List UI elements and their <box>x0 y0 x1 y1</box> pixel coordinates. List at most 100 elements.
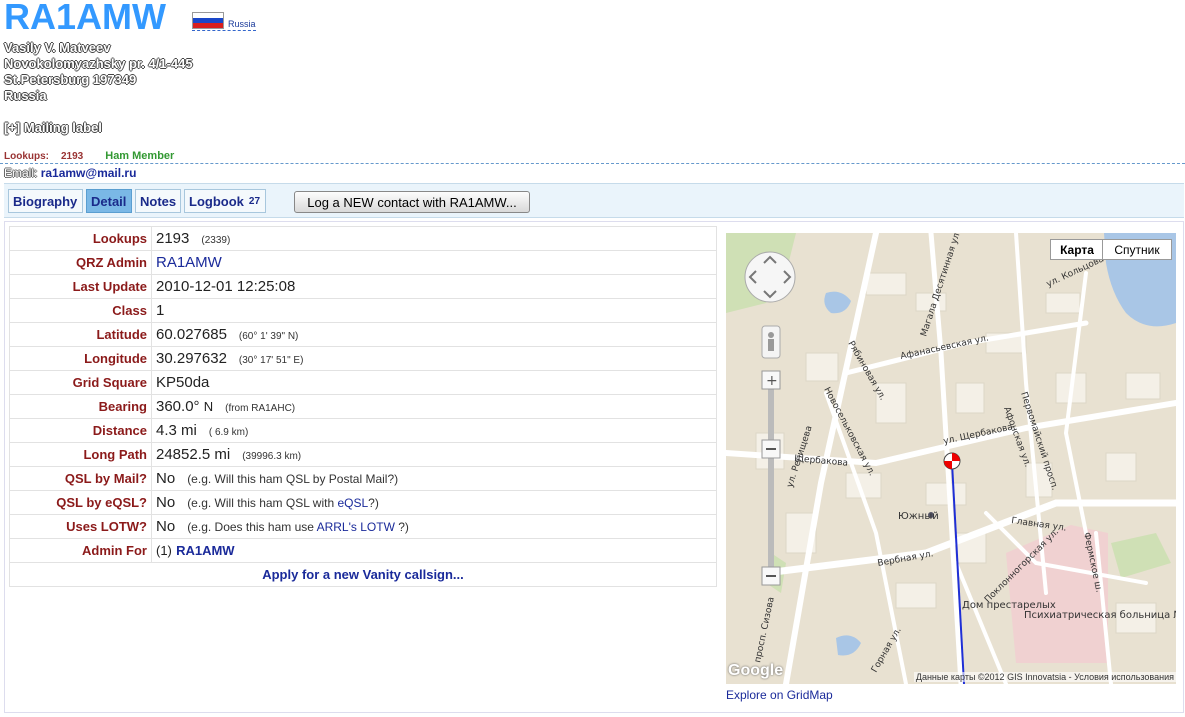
address-name: Vasily V. Matveev <box>4 40 111 55</box>
lotw-label: Uses LOTW? <box>9 514 152 539</box>
long-path-km: (39996.3 km) <box>242 451 302 462</box>
table-row: Apply for a new Vanity callsign... <box>9 562 717 587</box>
distance-value: 4.3 mi <box>156 422 197 439</box>
tab-detail-label: Detail <box>91 193 127 209</box>
tab-detail[interactable]: Detail <box>86 189 132 213</box>
country-link[interactable]: Russia <box>228 19 256 29</box>
last-update-label: Last Update <box>9 274 152 299</box>
tab-bar: Biography Detail Notes Logbook 27 Log a N… <box>4 183 1184 218</box>
table-row: Latitude 60.027685 (60° 1' 39" N) <box>9 322 717 347</box>
admin-for-label: Admin For <box>9 538 152 563</box>
long-path-value: 24852.5 mi <box>156 446 231 463</box>
table-row: Admin For (1) RA1AMW <box>9 538 717 563</box>
table-row: QSL by eQSL? No (e.g. Will this ham QSL w… <box>9 490 717 515</box>
lookups-total: (2339) <box>201 235 231 246</box>
lookups-row-label: Lookups <box>9 226 152 251</box>
tab-logbook[interactable]: Logbook 27 <box>184 189 266 213</box>
lotw-hint-post: ?) <box>394 520 409 534</box>
callsign-title: RA1AMW <box>4 0 166 37</box>
tab-biography[interactable]: Biography <box>8 189 83 213</box>
tab-logbook-label: Logbook <box>189 193 244 209</box>
class-value: 1 <box>151 298 717 323</box>
header-divider <box>0 163 1185 164</box>
location-marker-icon[interactable] <box>943 452 961 470</box>
google-logo: Google <box>728 662 784 679</box>
address-city: St.Petersburg 197349 <box>4 72 137 87</box>
qsl-eqsl-hint-pre: (e.g. Will this ham QSL with <box>187 496 338 510</box>
country-flag-link[interactable]: Russia <box>192 12 256 31</box>
qsl-mail-hint: (e.g. Will this ham QSL by Postal Mail?) <box>187 472 399 486</box>
detail-table: Lookups 2193 (2339) QRZ Admin RA1AMW Last… <box>9 226 717 587</box>
lookups-value: 2193 <box>156 230 190 247</box>
lotw-hint-pre: (e.g. Does this ham use <box>187 520 317 534</box>
table-row: Class 1 <box>9 298 717 323</box>
distance-km: ( 6.9 km) <box>208 427 249 438</box>
last-update-value: 2010-12-01 12:25:08 <box>151 274 717 299</box>
vanity-link[interactable]: Apply for a new Vanity callsign... <box>262 567 464 582</box>
longitude-label: Longitude <box>9 346 152 371</box>
bearing-value: 360.0° <box>156 398 200 415</box>
table-row: Lookups 2193 (2339) <box>9 226 717 251</box>
table-row: QSL by Mail? No (e.g. Will this ham QSL b… <box>9 466 717 491</box>
qrz-admin-link[interactable]: RA1AMW <box>156 254 222 271</box>
qsl-eqsl-value: No <box>156 494 176 511</box>
email-label: Email: <box>4 166 38 180</box>
qsl-mail-value: No <box>156 470 176 487</box>
table-row: Longitude 30.297632 (30° 17' 51" E) <box>9 346 717 371</box>
street-view-pegman-icon[interactable] <box>761 325 781 359</box>
latitude-dms: (60° 1' 39" N) <box>238 331 299 342</box>
lotw-link[interactable]: ARRL's LOTW <box>317 520 395 534</box>
hospital-label: Психиатрическая больница №3 им. Скворцов… <box>1024 610 1176 621</box>
map-attribution[interactable]: Данные карты ©2012 GIS Innovatsia - Усло… <box>913 672 1176 682</box>
latitude-label: Latitude <box>9 322 152 347</box>
gridmap-link[interactable]: Explore on GridMap <box>726 688 833 702</box>
longitude-value: 30.297632 <box>156 350 227 367</box>
table-row: Long Path 24852.5 mi (39996.3 km) <box>9 442 717 467</box>
latitude-value: 60.027685 <box>156 326 227 343</box>
bearing-label: Bearing <box>9 394 152 419</box>
address-street: Novokolomyazhsky pr. 4/1-445 <box>4 56 193 71</box>
tab-biography-label: Biography <box>13 193 78 209</box>
place-label: Южный <box>898 511 939 522</box>
lookups-label: Lookups: <box>4 151 49 162</box>
table-row: QRZ Admin RA1AMW <box>9 250 717 275</box>
bearing-from: (from RA1AHC) <box>225 403 296 414</box>
table-row: Grid Square KP50da <box>9 370 717 395</box>
class-label: Class <box>9 298 152 323</box>
qsl-eqsl-hint-post: ?) <box>368 496 379 510</box>
address-block: Vasily V. Matveev Novokolomyazhsky pr. 4… <box>4 40 193 104</box>
lotw-hint: (e.g. Does this ham use ARRL's LOTW ?) <box>187 520 409 534</box>
zoom-in-icon[interactable]: + <box>766 373 778 389</box>
pan-control[interactable] <box>744 251 796 303</box>
map-type-satellite[interactable]: Спутник <box>1102 239 1172 260</box>
admin-for-link[interactable]: RA1AMW <box>176 543 235 558</box>
qsl-eqsl-hint: (e.g. Will this ham QSL with eQSL?) <box>187 496 379 510</box>
tab-notes[interactable]: Notes <box>135 189 181 213</box>
russia-flag-icon <box>192 12 224 29</box>
tab-notes-label: Notes <box>140 193 177 209</box>
logbook-count: 27 <box>248 195 261 207</box>
log-contact-button[interactable]: Log a NEW contact with RA1AMW... <box>294 191 530 213</box>
bearing-direction: N <box>203 399 214 414</box>
lookups-summary: Lookups: 2193 Ham Member <box>4 150 174 162</box>
member-badge: Ham Member <box>105 150 175 162</box>
qsl-mail-label: QSL by Mail? <box>9 466 152 491</box>
admin-for-count: (1) <box>156 543 172 558</box>
eqsl-link[interactable]: eQSL <box>337 496 368 510</box>
long-path-label: Long Path <box>9 442 152 467</box>
table-row: Last Update 2010-12-01 12:25:08 <box>9 274 717 299</box>
map-view[interactable]: Афанасьевская ул. Новосельковская ул. ул… <box>726 233 1176 684</box>
grid-square-value: KP50da <box>151 370 717 395</box>
distance-label: Distance <box>9 418 152 443</box>
email-link[interactable]: ra1amw@mail.ru <box>41 166 137 180</box>
email-row: Email: ra1amw@mail.ru <box>4 166 136 180</box>
table-row: Bearing 360.0° N (from RA1AHC) <box>9 394 717 419</box>
map-type-map[interactable]: Карта <box>1050 239 1104 260</box>
mailing-label-toggle[interactable]: [+] Mailing label <box>4 120 102 135</box>
lookups-count: 2193 <box>61 151 84 162</box>
longitude-dms: (30° 17' 51" E) <box>238 355 304 366</box>
grid-square-label: Grid Square <box>9 370 152 395</box>
table-row: Distance 4.3 mi ( 6.9 km) <box>9 418 717 443</box>
lotw-value: No <box>156 518 176 535</box>
address-country: Russia <box>4 88 47 103</box>
